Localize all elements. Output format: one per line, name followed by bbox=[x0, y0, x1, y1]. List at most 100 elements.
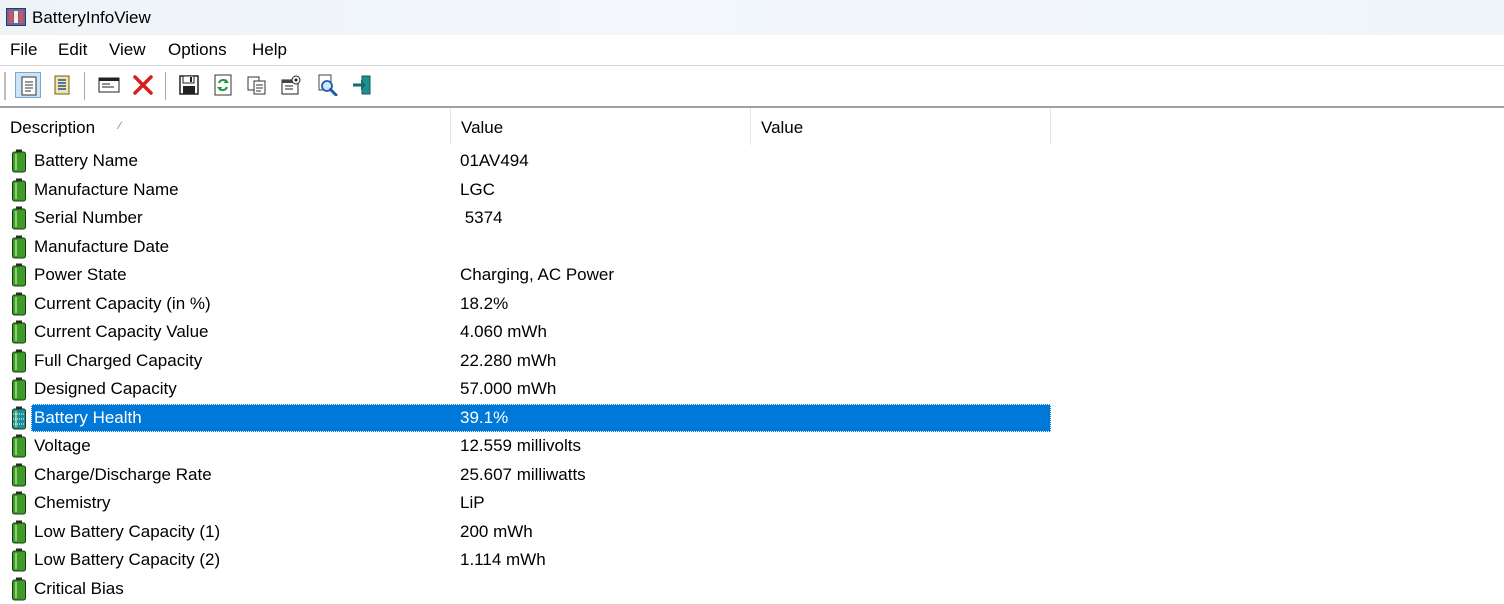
cell-value: Charging, AC Power bbox=[460, 265, 615, 284]
menu-edit[interactable]: Edit bbox=[58, 40, 87, 60]
find-icon bbox=[318, 74, 338, 96]
cell-description: Current Capacity (in %) bbox=[34, 293, 211, 313]
cell-value: 1.114 mWh bbox=[460, 550, 546, 569]
tb-delete-button[interactable] bbox=[130, 72, 156, 98]
table-row[interactable]: Charge/Discharge Rate 25.607 milliwatts bbox=[0, 461, 1504, 489]
tb-exit-button[interactable] bbox=[349, 72, 375, 98]
menu-view[interactable]: View bbox=[109, 40, 146, 60]
table-row[interactable]: Voltage 12.559 millivolts bbox=[0, 432, 1504, 460]
selection-highlight bbox=[31, 403, 1051, 432]
column-header-description[interactable]: Description ⁄ bbox=[0, 108, 451, 145]
battery-icon bbox=[12, 149, 26, 173]
cell-description: Battery Name bbox=[34, 151, 138, 170]
battery-icon bbox=[12, 263, 26, 287]
copy-icon bbox=[247, 76, 266, 95]
cell-value: 22.280 mWh bbox=[460, 350, 557, 370]
tb-properties-window-button[interactable] bbox=[96, 72, 122, 98]
menu-options[interactable]: Options bbox=[168, 40, 227, 60]
table-row[interactable]: Low Battery Capacity (2) 1.114 mWh bbox=[0, 546, 1504, 574]
table-row[interactable]: Manufacture Name LGC bbox=[0, 176, 1504, 204]
table-row[interactable]: Battery Health 39.1% bbox=[0, 403, 1504, 432]
red-x-icon bbox=[133, 75, 153, 95]
table-row[interactable]: Current Capacity Value 4.060 mWh bbox=[0, 318, 1504, 346]
battery-icon bbox=[12, 349, 26, 372]
battery-icon bbox=[12, 178, 26, 201]
cell-value: 18.2% bbox=[460, 293, 509, 313]
battery-icon bbox=[12, 206, 26, 230]
tb-report-view-button[interactable] bbox=[15, 72, 41, 98]
toolbar-grip[interactable] bbox=[4, 72, 6, 100]
report-view-icon bbox=[21, 76, 37, 96]
table-row[interactable]: Chemistry LiP bbox=[0, 489, 1504, 517]
menu-file[interactable]: File bbox=[10, 40, 37, 60]
tb-refresh-button[interactable] bbox=[210, 72, 236, 98]
cell-description: Manufacture Name bbox=[34, 179, 179, 199]
toolbar bbox=[0, 65, 1504, 108]
table-row[interactable]: Current Capacity (in %) 18.2% bbox=[0, 290, 1504, 318]
exit-icon bbox=[353, 75, 371, 95]
cell-description: Manufacture Date bbox=[34, 236, 170, 256]
toolbar-separator bbox=[84, 72, 85, 100]
table-row[interactable]: Critical Bias bbox=[0, 575, 1504, 603]
column-header-value[interactable]: Value bbox=[451, 108, 751, 145]
cell-value: 57.000 mWh bbox=[460, 379, 557, 398]
tb-copy-button[interactable] bbox=[244, 72, 270, 98]
battery-icon bbox=[12, 235, 26, 258]
cell-description: Full Charged Capacity bbox=[34, 350, 203, 370]
window-title: BatteryInfoView bbox=[32, 8, 151, 27]
column-header-value-2[interactable]: Value bbox=[751, 108, 1051, 145]
tb-list-view-button[interactable] bbox=[49, 72, 75, 98]
battery-icon bbox=[12, 292, 26, 315]
table-row[interactable]: Battery Name 01AV494 bbox=[0, 147, 1504, 175]
properties-icon bbox=[281, 75, 301, 95]
battery-icon bbox=[12, 377, 26, 401]
cell-value: 01AV494 bbox=[460, 151, 529, 170]
cell-description: Power State bbox=[34, 265, 127, 284]
table-row[interactable]: Low Battery Capacity (1) 200 mWh bbox=[0, 518, 1504, 546]
list-view-icon bbox=[54, 75, 70, 95]
tb-find-button[interactable] bbox=[314, 72, 340, 98]
battery-info-list[interactable]: Description ⁄ Value Value Battery Name 01… bbox=[0, 108, 1504, 604]
battery-icon bbox=[12, 463, 26, 486]
table-row[interactable]: Power State Charging, AC Power bbox=[0, 261, 1504, 289]
cell-description: Low Battery Capacity (1) bbox=[34, 521, 221, 541]
cell-description: Critical Bias bbox=[34, 578, 124, 598]
menu-bar: File Edit View Options Help bbox=[0, 35, 1504, 65]
battery-icon bbox=[12, 406, 26, 429]
battery-icon bbox=[12, 434, 26, 458]
cell-value: LGC bbox=[460, 179, 495, 199]
battery-icon bbox=[12, 520, 26, 543]
tb-properties-button[interactable] bbox=[278, 72, 304, 98]
table-row[interactable]: Manufacture Date bbox=[0, 233, 1504, 261]
battery-icon bbox=[12, 577, 26, 600]
battery-icon bbox=[12, 320, 26, 344]
cell-value: 12.559 millivolts bbox=[460, 436, 581, 455]
cell-value: 4.060 mWh bbox=[460, 322, 547, 341]
cell-description: Current Capacity Value bbox=[34, 322, 209, 341]
menu-help[interactable]: Help bbox=[252, 40, 287, 60]
refresh-icon bbox=[214, 74, 232, 96]
tb-save-button[interactable] bbox=[176, 72, 202, 98]
cell-description: Charge/Discharge Rate bbox=[34, 464, 212, 484]
table-row[interactable]: Full Charged Capacity 22.280 mWh bbox=[0, 347, 1504, 375]
cell-value: 200 mWh bbox=[460, 521, 533, 541]
cell-value: 39.1% bbox=[460, 407, 509, 427]
app-icon bbox=[6, 8, 26, 26]
table-row[interactable]: Serial Number 5374 bbox=[0, 204, 1504, 232]
cell-description: Designed Capacity bbox=[34, 379, 177, 398]
cell-value: 5374 bbox=[460, 208, 503, 227]
battery-icon bbox=[12, 548, 26, 572]
battery-icon bbox=[12, 491, 26, 515]
cell-description: Battery Health bbox=[34, 407, 142, 427]
title-bar: BatteryInfoView bbox=[0, 0, 1504, 35]
cell-value: LiP bbox=[460, 493, 485, 512]
cell-description: Chemistry bbox=[34, 493, 111, 512]
cell-value: 25.607 milliwatts bbox=[460, 464, 586, 484]
cell-description: Serial Number bbox=[34, 208, 143, 227]
toolbar-separator bbox=[165, 72, 166, 100]
sort-ascending-icon: ⁄ bbox=[119, 120, 121, 132]
cell-description: Voltage bbox=[34, 436, 91, 455]
table-row[interactable]: Designed Capacity 57.000 mWh bbox=[0, 375, 1504, 403]
window-icon bbox=[98, 77, 120, 93]
cell-description: Low Battery Capacity (2) bbox=[34, 550, 221, 569]
